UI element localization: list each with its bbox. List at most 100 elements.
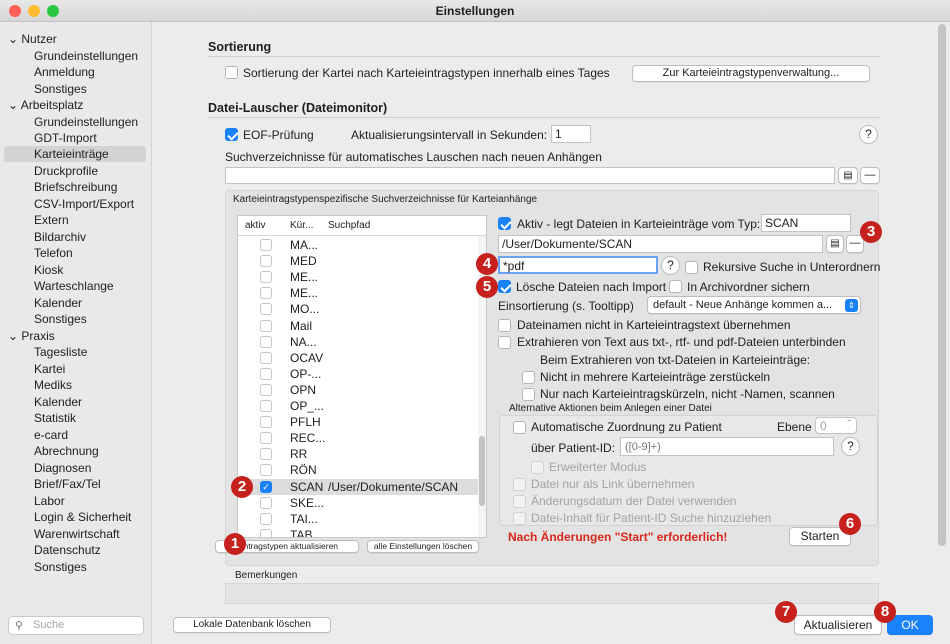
row-aktiv-checkbox[interactable]: ✓	[260, 480, 272, 493]
help-button[interactable]: ?	[841, 437, 860, 456]
sidebar-item[interactable]: Statistik	[34, 410, 76, 426]
sidebar-item[interactable]: Warenwirtschaft	[34, 526, 120, 542]
sidebar-item[interactable]: Kartei	[34, 361, 65, 377]
table-row[interactable]: Mail	[238, 318, 485, 334]
sidebar-item[interactable]: Brief/Fax/Tel	[34, 476, 101, 492]
sidebar-item-selected[interactable]: Karteieinträge	[34, 146, 109, 162]
sidebar-item[interactable]: Abrechnung	[34, 443, 99, 459]
sidebar-item[interactable]: GDT-Import	[34, 130, 97, 146]
folder-icon[interactable]: ▤	[826, 235, 844, 253]
sidebar-item[interactable]: Sonstiges	[34, 81, 87, 97]
row-aktiv-checkbox[interactable]	[260, 512, 272, 525]
eof-checkbox[interactable]	[225, 128, 238, 141]
patid-input[interactable]	[620, 437, 834, 456]
sidebar-item[interactable]: Druckprofile	[34, 163, 98, 179]
row-aktiv-checkbox[interactable]	[260, 528, 272, 537]
main-scrollbar[interactable]	[938, 24, 946, 546]
karteieintragstypen-verwaltung-button[interactable]: Zur Karteieintragstypenverwaltung...	[632, 65, 870, 82]
table-row[interactable]: OP-...	[238, 366, 485, 382]
table-row[interactable]: MED	[238, 253, 485, 269]
lokale-db-loeschen-button[interactable]: Lokale Datenbank löschen	[173, 617, 331, 633]
sidebar-item[interactable]: CSV-Import/Export	[34, 196, 134, 212]
zoom-window-button[interactable]	[47, 5, 59, 17]
folder-icon[interactable]: ▤	[838, 167, 858, 184]
einstellungen-loeschen-button[interactable]: alle Einstellungen löschen	[367, 540, 479, 553]
inhalt-checkbox[interactable]	[513, 512, 526, 525]
column-header-suchpfad[interactable]: Suchpfad	[328, 216, 370, 236]
help-button[interactable]: ?	[859, 125, 878, 144]
ebene-stepper[interactable]: 0 ⌃	[815, 417, 857, 434]
table-row[interactable]: TAI...	[238, 511, 485, 527]
sidebar-search[interactable]: ⚲ Suche	[8, 616, 144, 635]
sidebar-item[interactable]: Datenschutz	[34, 542, 101, 558]
row-aktiv-checkbox[interactable]	[260, 287, 272, 300]
opt1-checkbox[interactable]	[498, 319, 511, 332]
row-aktiv-checkbox[interactable]	[260, 400, 272, 412]
table-row[interactable]: MA...	[238, 237, 485, 253]
sidebar-item[interactable]: Tagesliste	[34, 344, 87, 360]
karteityp-table[interactable]: aktiv Kür... Suchpfad MA... MED ME... ME...…	[237, 215, 487, 538]
aktiv-checkbox[interactable]	[498, 217, 511, 230]
table-row[interactable]: REC...	[238, 430, 485, 446]
row-aktiv-checkbox[interactable]	[260, 448, 272, 461]
einsort-select[interactable]: default - Neue Anhänge kommen a... ⇕	[647, 296, 861, 314]
sidebar-item[interactable]: Extern	[34, 212, 69, 228]
sidebar-group-arbeitsplatz[interactable]: ⌄ Arbeitsplatz	[8, 97, 83, 113]
row-aktiv-checkbox[interactable]	[260, 416, 272, 429]
sidebar-item[interactable]: Sonstiges	[34, 559, 87, 575]
sidebar-item[interactable]: Labor	[34, 493, 65, 509]
sidebar-item[interactable]: Warteschlange	[34, 278, 114, 294]
row-aktiv-checkbox[interactable]	[260, 464, 272, 477]
auto-checkbox[interactable]	[513, 421, 526, 434]
row-aktiv-checkbox[interactable]	[260, 367, 272, 380]
aktualisieren-button[interactable]: Aktualisieren	[794, 615, 882, 635]
sidebar-item[interactable]: Anmeldung	[34, 64, 95, 80]
column-header-kuerzel[interactable]: Kür...	[290, 216, 313, 236]
table-row[interactable]: MO...	[238, 301, 485, 317]
sidebar-item[interactable]: e-card	[34, 427, 68, 443]
sidebar-item[interactable]: Kiosk	[34, 262, 63, 278]
aend-checkbox[interactable]	[513, 495, 526, 508]
sidebar-item[interactable]: Mediks	[34, 377, 72, 393]
table-row[interactable]: PFLH	[238, 414, 485, 430]
sidebar-item[interactable]: Telefon	[34, 245, 73, 261]
row-aktiv-checkbox[interactable]	[260, 303, 272, 316]
row-aktiv-checkbox[interactable]	[260, 496, 272, 509]
table-row[interactable]: ME...	[238, 269, 485, 285]
sidebar-item[interactable]: Grundeinstellungen	[34, 48, 138, 64]
table-row[interactable]: OPN	[238, 382, 485, 398]
row-aktiv-checkbox[interactable]	[260, 351, 272, 364]
row-aktiv-checkbox[interactable]	[260, 432, 272, 445]
table-row[interactable]: OCAV	[238, 350, 485, 366]
row-aktiv-checkbox[interactable]	[260, 255, 272, 268]
path-input[interactable]: /User/Dokumente/SCAN	[498, 235, 823, 253]
close-window-button[interactable]	[9, 5, 21, 17]
help-button[interactable]: ?	[661, 256, 680, 275]
sidebar-item[interactable]: Diagnosen	[34, 460, 91, 476]
erw-checkbox[interactable]	[531, 461, 544, 474]
row-aktiv-checkbox[interactable]	[260, 239, 272, 251]
remove-button[interactable]: —	[860, 167, 880, 184]
row-aktiv-checkbox[interactable]	[260, 271, 272, 284]
table-row[interactable]: RÖN	[238, 462, 485, 478]
txt1-checkbox[interactable]	[522, 371, 535, 384]
table-row[interactable]: OP_...	[238, 398, 485, 414]
scrollbar-thumb[interactable]	[479, 436, 485, 506]
sort-checkbox[interactable]	[225, 66, 238, 79]
row-aktiv-checkbox[interactable]	[260, 319, 272, 332]
sidebar-item[interactable]: Sonstiges	[34, 311, 87, 327]
column-header-aktiv[interactable]: aktiv	[245, 216, 266, 236]
interval-input[interactable]: 1	[551, 125, 591, 143]
sidebar-item[interactable]: Briefschreibung	[34, 179, 117, 195]
sidebar-item[interactable]: Grundeinstellungen	[34, 114, 138, 130]
table-row[interactable]: ME...	[238, 285, 485, 301]
row-aktiv-checkbox[interactable]	[260, 335, 272, 348]
row-aktiv-checkbox[interactable]	[260, 383, 272, 396]
table-row[interactable]: SKE...	[238, 495, 485, 511]
opt2-checkbox[interactable]	[498, 336, 511, 349]
filter-input[interactable]: *pdf	[498, 256, 658, 274]
sidebar-item[interactable]: Kalender	[34, 394, 82, 410]
sidebar-group-praxis[interactable]: ⌄ Praxis	[8, 328, 55, 344]
table-row[interactable]: ✓ SCAN/User/Dokumente/SCAN	[238, 478, 485, 495]
archiv-checkbox[interactable]	[669, 280, 682, 293]
